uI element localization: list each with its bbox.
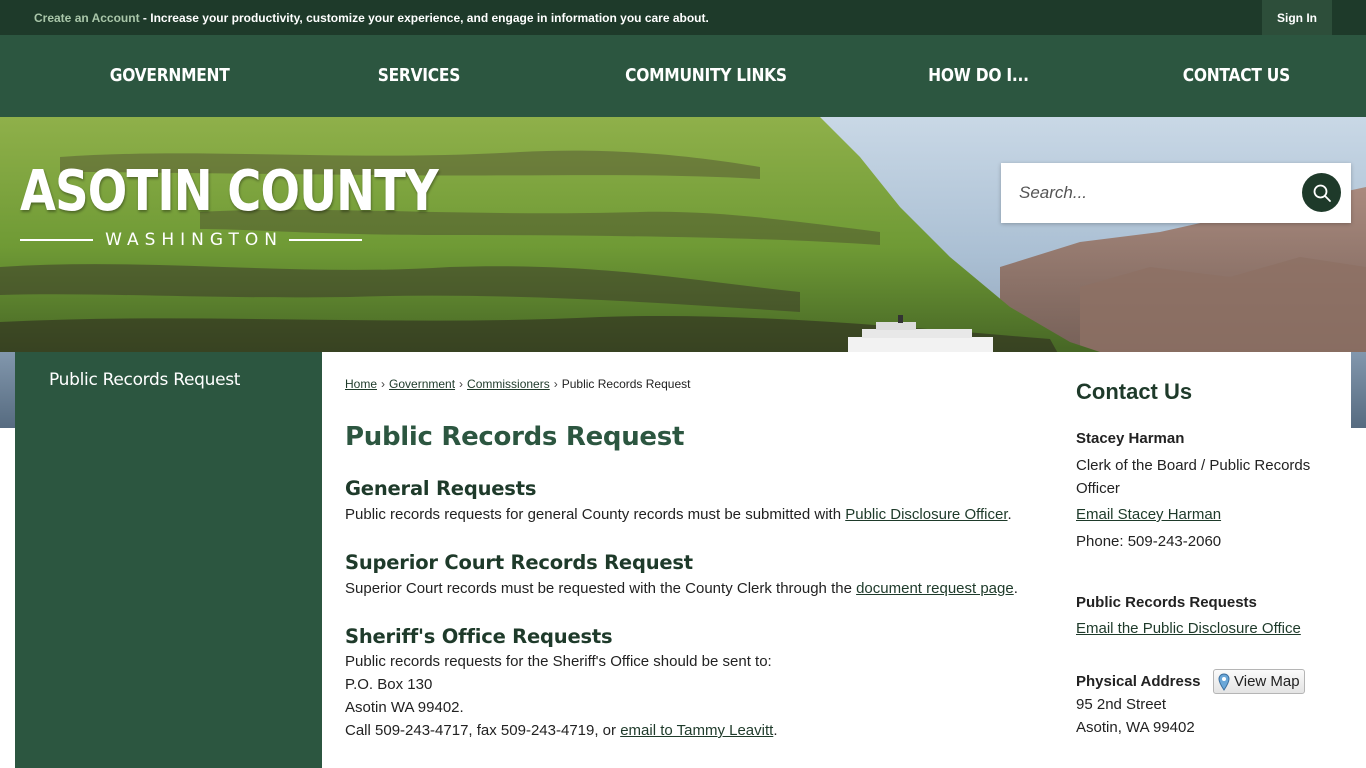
sidebar-item-public-records-request[interactable]: Public Records Request xyxy=(49,370,240,390)
address-line2: Asotin, WA 99402 xyxy=(1076,719,1195,736)
email-tammy-leavitt-link[interactable]: email to Tammy Leavitt xyxy=(620,722,773,739)
logo-subtitle: WASHINGTON xyxy=(20,230,362,250)
main-nav: GOVERNMENT SERVICES COMMUNITY LINKS HOW … xyxy=(0,35,1366,117)
breadcrumb-commissioners[interactable]: Commissioners xyxy=(467,377,550,391)
search-button[interactable] xyxy=(1302,173,1341,212)
sheriff-text-contact: Call 509-243-4717, fax 509-243-4719, or … xyxy=(345,722,778,739)
sheriff-text-po-box: P.O. Box 130 xyxy=(345,676,433,693)
records-email: Email the Public Disclosure Office xyxy=(1076,620,1301,637)
contact-role-line1: Clerk of the Board / Public Records xyxy=(1076,457,1311,474)
breadcrumb-current: Public Records Request xyxy=(561,377,691,391)
logo-rule-left xyxy=(20,239,94,241)
account-message-text: - Increase your productivity, customize … xyxy=(139,11,709,25)
section-heading-general: General Requests xyxy=(345,477,537,500)
contact-role-line2: Officer xyxy=(1076,480,1120,497)
view-map-button[interactable]: View Map xyxy=(1213,669,1305,694)
address-line1: 95 2nd Street xyxy=(1076,696,1167,713)
nav-services[interactable]: SERVICES xyxy=(378,65,461,86)
logo-rule-right xyxy=(288,239,362,241)
map-pin-icon xyxy=(1218,672,1230,691)
view-map-label: View Map xyxy=(1234,673,1300,690)
email-stacey-harman-link[interactable]: Email Stacey Harman xyxy=(1076,506,1221,523)
breadcrumb: Home › Government › Commissioners › Public Rec… xyxy=(345,377,691,391)
contact-email: Email Stacey Harman xyxy=(1076,506,1221,523)
breadcrumb-government[interactable]: Government xyxy=(389,377,455,391)
sign-in-button[interactable]: Sign In xyxy=(1262,0,1332,35)
sidebar: Public Records Request xyxy=(15,352,322,768)
utility-bar: Create an Account - Increase your produc… xyxy=(0,0,1366,35)
search-icon xyxy=(1313,184,1331,202)
nav-government[interactable]: GOVERNMENT xyxy=(110,65,230,86)
account-message: Create an Account - Increase your produc… xyxy=(34,11,709,25)
nav-contact-us[interactable]: CONTACT US xyxy=(1183,65,1291,86)
contact-heading: Contact Us xyxy=(1076,379,1193,404)
sheriff-text-line1: Public records requests for the Sheriff'… xyxy=(345,653,772,670)
sheriff-text-city: Asotin WA 99402. xyxy=(345,699,464,716)
create-account-link[interactable]: Create an Account xyxy=(34,11,140,25)
section-heading-superior-court: Superior Court Records Request xyxy=(345,551,693,574)
section-text-general: Public records requests for general Coun… xyxy=(345,506,1012,523)
search-input[interactable] xyxy=(1019,179,1289,207)
contact-phone: Phone: 509-243-2060 xyxy=(1076,533,1222,550)
county-logo[interactable]: ASOTIN COUNTY WASHINGTON xyxy=(20,159,439,250)
section-text-superior-court: Superior Court records must be requested… xyxy=(345,580,1018,597)
address-heading: Physical Address xyxy=(1076,673,1201,690)
document-request-page-link[interactable]: document request page xyxy=(856,580,1014,597)
breadcrumb-home[interactable]: Home xyxy=(345,377,377,391)
records-heading: Public Records Requests xyxy=(1076,594,1257,611)
section-heading-sheriff: Sheriff's Office Requests xyxy=(345,625,613,648)
search-box xyxy=(1001,163,1351,223)
contact-name: Stacey Harman xyxy=(1076,430,1185,447)
email-public-disclosure-office-link[interactable]: Email the Public Disclosure Office xyxy=(1076,620,1301,637)
logo-state-name: WASHINGTON xyxy=(105,230,283,250)
nav-community-links[interactable]: COMMUNITY LINKS xyxy=(625,65,787,86)
page-title: Public Records Request xyxy=(345,422,685,452)
nav-how-do-i[interactable]: HOW DO I... xyxy=(928,65,1029,86)
public-disclosure-officer-link[interactable]: Public Disclosure Officer xyxy=(845,506,1007,523)
logo-county-name: ASOTIN COUNTY xyxy=(20,159,439,224)
